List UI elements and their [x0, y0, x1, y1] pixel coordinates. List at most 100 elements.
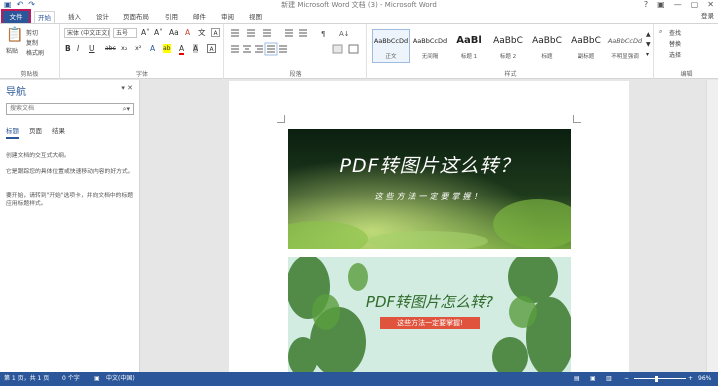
grow-font-button[interactable]: A˄ — [141, 28, 150, 37]
proofing-icon[interactable]: ▣ — [94, 372, 100, 386]
style-title[interactable]: AaBbC 标题 — [528, 29, 566, 63]
tab-review[interactable]: 审阅 — [221, 11, 234, 23]
tab-file[interactable]: 文件 — [1, 9, 31, 25]
web-layout-icon[interactable]: ▥ — [606, 372, 612, 386]
image1-title: PDF转图片这么转？ — [339, 155, 520, 177]
style-heading1[interactable]: AaBl 标题 1 — [450, 29, 488, 63]
nav-tab-pages[interactable]: 页面 — [29, 125, 42, 139]
nav-tab-results[interactable]: 结果 — [52, 125, 65, 139]
status-words[interactable]: 0 个字 — [62, 372, 80, 386]
nav-help-text-3: 要开始，请转到"开始"选项卡，并向文档中的标题应用标题样式。 — [6, 193, 134, 207]
status-bar: 第 1 页，共 1 页 0 个字 ▣ 中文(中国) ▤ ▣ ▥ − + 96% — [0, 372, 718, 386]
cut-button[interactable]: 剪切 — [26, 28, 38, 37]
styles-more-icon[interactable]: ▾ — [646, 50, 649, 59]
image2-title: PDF转图片怎么转? — [365, 293, 494, 311]
zoom-out-icon[interactable]: − — [624, 372, 629, 386]
search-icon[interactable]: ⌕▾ — [123, 104, 130, 114]
ribbon: 📋 粘贴 剪切 复制 格式刷 剪贴板 宋体 (中文正文) 五号 A˄ A˅ Aa… — [0, 23, 718, 79]
bold-button[interactable]: B — [65, 44, 71, 53]
superscript-button[interactable]: x² — [135, 44, 141, 53]
clipboard-group: 📋 粘贴 剪切 复制 格式刷 剪贴板 — [0, 24, 60, 79]
tab-design[interactable]: 设计 — [96, 11, 109, 23]
ribbon-display-button[interactable]: ▣ — [657, 0, 665, 10]
char-border-button[interactable]: A — [207, 44, 216, 53]
format-painter-button[interactable]: 格式刷 — [26, 48, 44, 57]
strikethrough-button[interactable]: abc — [105, 44, 116, 53]
paste-button[interactable]: 粘贴 — [6, 46, 18, 55]
styles-label: 样式 — [504, 71, 517, 78]
print-layout-icon[interactable]: ▣ — [590, 372, 596, 386]
paragraph-tools-icon[interactable]: ¶ A↓ — [229, 28, 365, 56]
clear-format-button[interactable]: A — [185, 28, 190, 37]
style-normal[interactable]: AaBbCcDd 正文 — [372, 29, 410, 63]
title-bar: ▣ ↶ ↷ 新建 Microsoft Word 文档 (3) - Microso… — [0, 0, 718, 10]
tab-insert[interactable]: 插入 — [68, 11, 81, 23]
copy-button[interactable]: 复制 — [26, 38, 38, 47]
font-color-button[interactable]: A — [179, 44, 185, 55]
enclose-button[interactable]: A — [211, 28, 220, 37]
tab-home[interactable]: 开始 — [34, 11, 55, 23]
styles-scroll-down-icon[interactable]: ▼ — [646, 40, 651, 49]
styles-scroll-up-icon[interactable]: ▲ — [646, 30, 651, 39]
font-label: 字体 — [135, 71, 148, 78]
window-title: 新建 Microsoft Word 文档 (3) - Microsoft Wor… — [281, 1, 437, 9]
zoom-in-icon[interactable]: + — [688, 372, 693, 386]
tab-references[interactable]: 引用 — [165, 11, 178, 23]
nav-tab-headings[interactable]: 标题 — [6, 125, 19, 139]
shading-button[interactable]: A — [193, 44, 199, 53]
editing-group: ⌕ 查找 替换 选择 编辑 — [655, 24, 718, 79]
select-button[interactable]: 选择 — [669, 50, 681, 59]
nav-title: 导航 — [6, 87, 26, 98]
status-page[interactable]: 第 1 页，共 1 页 — [4, 372, 49, 386]
find-icon[interactable]: ⌕ — [659, 28, 662, 36]
document-image-2[interactable]: PDF转图片怎么转? 这些方法一定要掌握! — [288, 257, 571, 373]
highlight-button[interactable]: ab — [163, 44, 171, 53]
font-size-select[interactable]: 五号 — [113, 28, 137, 38]
image2-subtitle-banner: 这些方法一定要掌握! — [380, 317, 480, 329]
nav-tabs: 标题 页面 结果 — [6, 125, 65, 139]
font-group: 宋体 (中文正文) 五号 A˄ A˅ Aa A 文 A B I U abc x₂… — [61, 24, 224, 79]
paste-icon[interactable]: 📋 — [6, 27, 23, 43]
close-button[interactable]: ✕ — [707, 0, 714, 10]
zoom-slider[interactable] — [634, 378, 686, 379]
shrink-font-button[interactable]: A˅ — [154, 28, 163, 37]
style-subtitle[interactable]: AaBbC 副标题 — [567, 29, 605, 63]
phonetic-button[interactable]: 文 — [198, 28, 206, 37]
style-no-spacing[interactable]: AaBbCcDd 无间隔 — [411, 29, 449, 63]
change-case-button[interactable]: Aa — [169, 28, 179, 37]
vertical-scrollbar[interactable] — [706, 80, 718, 372]
maximize-button[interactable]: ▢ — [691, 0, 699, 10]
zoom-level[interactable]: 96% — [698, 372, 711, 386]
minimize-button[interactable]: — — [674, 0, 682, 10]
style-subtle-emphasis[interactable]: AaBbCcDd 不明显强调 — [606, 29, 644, 63]
tab-mailings[interactable]: 邮件 — [193, 11, 206, 23]
login-link[interactable]: 登录 — [701, 10, 714, 23]
styles-group: AaBbCcDd 正文 AaBbCcDd 无间隔 AaBl 标题 1 AaBbC… — [368, 24, 654, 79]
nav-close-icon[interactable]: ▾ ✕ — [121, 84, 133, 92]
find-button[interactable]: 查找 — [669, 28, 681, 37]
tab-layout[interactable]: 页面布局 — [123, 11, 149, 23]
svg-text:A↓: A↓ — [339, 30, 350, 38]
svg-text:¶: ¶ — [321, 30, 325, 38]
navigation-pane: 导航 ▾ ✕ 搜索文档 ⌕▾ 标题 页面 结果 创建文档的交互式大纲。 它是跟踪… — [0, 80, 140, 372]
editing-label: 编辑 — [680, 71, 693, 78]
replace-button[interactable]: 替换 — [669, 39, 681, 48]
help-button[interactable]: ? — [644, 0, 648, 10]
tab-view[interactable]: 视图 — [249, 11, 262, 23]
italic-button[interactable]: I — [77, 44, 79, 53]
document-page[interactable]: PDF转图片这么转？ 这些方法一定要掌握！ PDF转图片怎么转? 这些方法一定要… — [229, 81, 629, 373]
subscript-button[interactable]: x₂ — [121, 44, 127, 53]
crop-mark — [277, 115, 285, 123]
text-effects-button[interactable]: A — [150, 44, 155, 53]
zoom-slider-thumb[interactable] — [655, 376, 658, 382]
image1-subtitle: 这些方法一定要掌握！ — [374, 192, 485, 201]
underline-button[interactable]: U — [89, 44, 95, 53]
status-language[interactable]: 中文(中国) — [106, 372, 135, 386]
style-heading2[interactable]: AaBbC 标题 2 — [489, 29, 527, 63]
clipboard-label: 剪贴板 — [20, 71, 39, 78]
font-name-select[interactable]: 宋体 (中文正文) — [64, 28, 110, 38]
read-mode-icon[interactable]: ▤ — [574, 372, 580, 386]
document-image-1[interactable]: PDF转图片这么转？ 这些方法一定要掌握！ — [288, 129, 571, 249]
nav-search-input[interactable]: 搜索文档 ⌕▾ — [6, 103, 134, 115]
image1-graphic — [288, 129, 571, 249]
